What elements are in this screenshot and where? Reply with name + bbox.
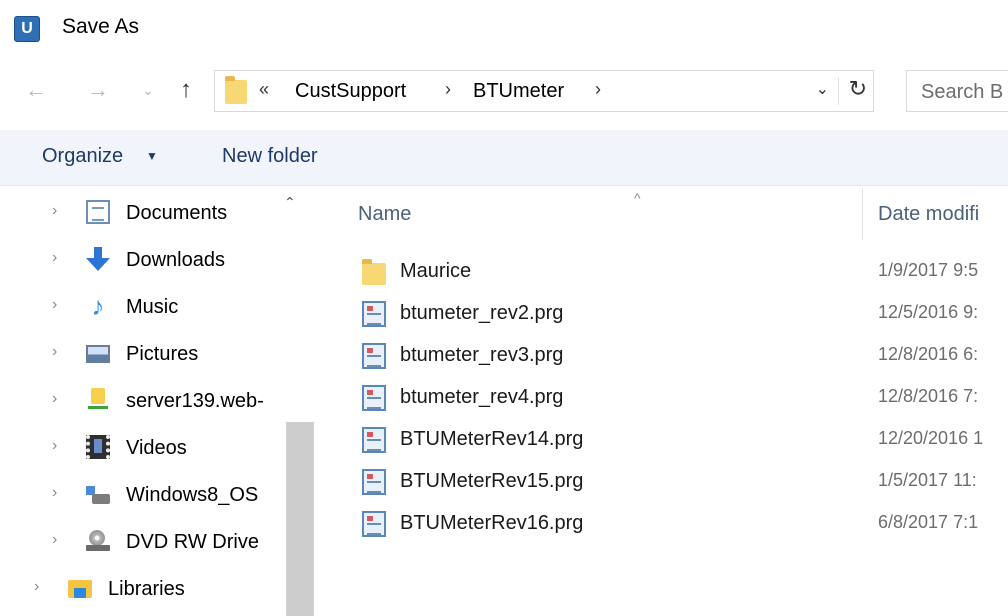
expand-chevron-icon[interactable]: › bbox=[34, 578, 39, 596]
command-bar: Organize ▼ New folder bbox=[0, 130, 1008, 186]
dvd-drive-icon bbox=[86, 529, 110, 553]
column-header-name[interactable]: Name ^ bbox=[358, 188, 878, 240]
file-name: btumeter_rev3.prg bbox=[400, 344, 564, 366]
forward-button[interactable]: → bbox=[84, 72, 112, 108]
prg-file-icon bbox=[362, 343, 386, 369]
nav-item-label: Documents bbox=[126, 202, 228, 224]
expand-chevron-icon[interactable]: › bbox=[52, 249, 57, 267]
file-date: 1/9/2017 9:5 bbox=[878, 260, 979, 280]
videos-icon bbox=[86, 435, 110, 459]
file-row[interactable]: btumeter_rev3.prg 12/8/2016 6: bbox=[318, 335, 1008, 377]
app-icon: U bbox=[14, 16, 40, 42]
search-placeholder: Search B bbox=[921, 81, 1004, 103]
file-row[interactable]: Maurice 1/9/2017 9:5 bbox=[318, 251, 1008, 293]
column-divider[interactable] bbox=[862, 188, 863, 240]
file-name: BTUMeterRev15.prg bbox=[400, 470, 584, 492]
address-divider bbox=[838, 77, 839, 105]
breadcrumb-custsupport[interactable]: CustSupport bbox=[295, 80, 406, 103]
nav-item-libraries[interactable]: › Libraries bbox=[0, 566, 284, 612]
title-bar: U Save As bbox=[0, 0, 1008, 60]
file-date: 12/20/2016 1 bbox=[878, 428, 984, 448]
prg-file-icon bbox=[362, 427, 386, 453]
nav-item-label: Windows8_OS bbox=[126, 484, 259, 506]
file-row[interactable]: BTUMeterRev14.prg 12/20/2016 1 bbox=[318, 419, 1008, 461]
file-name: btumeter_rev4.prg bbox=[400, 386, 564, 408]
expand-chevron-icon[interactable]: › bbox=[52, 531, 57, 549]
organize-caret-icon[interactable]: ▼ bbox=[146, 149, 158, 163]
file-name: Maurice bbox=[400, 260, 472, 282]
organize-button[interactable]: Organize bbox=[42, 145, 123, 168]
address-row: ← → ⌄ ↑ « CustSupport › BTUmeter › ⌄ ↻ S… bbox=[0, 68, 1008, 114]
column-header-name-label: Name bbox=[358, 203, 412, 225]
column-header-date-label: Date modifi bbox=[878, 203, 980, 225]
expand-chevron-icon[interactable]: › bbox=[52, 437, 57, 455]
refresh-button[interactable]: ↻ bbox=[849, 76, 867, 102]
address-dropdown-button[interactable]: ⌄ bbox=[816, 79, 829, 99]
nav-item-pictures[interactable]: › Pictures bbox=[0, 331, 284, 377]
folder-icon bbox=[362, 259, 386, 285]
file-name: btumeter_rev2.prg bbox=[400, 302, 564, 324]
column-header-date[interactable]: Date modifi bbox=[878, 188, 1008, 240]
file-date: 1/5/2017 11: bbox=[878, 470, 977, 490]
libraries-icon bbox=[68, 576, 92, 600]
nav-item-music[interactable]: › ♪ Music bbox=[0, 284, 284, 330]
search-input[interactable]: Search B bbox=[906, 70, 1008, 112]
prg-file-icon bbox=[362, 301, 386, 327]
breadcrumb-chevron-icon[interactable]: › bbox=[445, 79, 451, 100]
pictures-icon bbox=[86, 345, 110, 363]
nav-item-downloads[interactable]: › Downloads bbox=[0, 237, 284, 283]
nav-item-dvd-rw-drive[interactable]: › DVD RW Drive bbox=[0, 519, 284, 565]
scroll-up-icon[interactable]: ⌃ bbox=[284, 194, 296, 211]
nav-item-documents[interactable]: › Documents bbox=[0, 190, 284, 236]
nav-item-label: server139.web- bbox=[126, 390, 264, 412]
file-row[interactable]: BTUMeterRev15.prg 1/5/2017 11: bbox=[318, 461, 1008, 503]
breadcrumb-chevron-icon[interactable]: › bbox=[595, 79, 601, 100]
file-date: 6/8/2017 7:1 bbox=[878, 512, 979, 532]
nav-item-label: Libraries bbox=[108, 578, 185, 600]
file-list: Name ^ Date modifi Maurice 1/9/2017 9:5 … bbox=[318, 188, 1008, 616]
prg-file-icon bbox=[362, 469, 386, 495]
file-row[interactable]: BTUMeterRev16.prg 6/8/2017 7:1 bbox=[318, 503, 1008, 545]
folder-icon bbox=[225, 76, 247, 104]
file-date: 12/8/2016 7: bbox=[878, 386, 979, 406]
window-title: Save As bbox=[62, 15, 140, 38]
new-folder-button[interactable]: New folder bbox=[222, 145, 318, 168]
up-button[interactable]: ↑ bbox=[172, 72, 200, 108]
expand-chevron-icon[interactable]: › bbox=[52, 390, 57, 408]
music-icon: ♪ bbox=[91, 291, 105, 321]
file-row[interactable]: btumeter_rev2.prg 12/5/2016 9: bbox=[318, 293, 1008, 335]
file-row[interactable]: btumeter_rev4.prg 12/8/2016 7: bbox=[318, 377, 1008, 419]
sort-ascending-icon: ^ bbox=[634, 190, 641, 206]
file-name: BTUMeterRev16.prg bbox=[400, 512, 584, 534]
breadcrumb-overflow-button[interactable]: « bbox=[259, 79, 269, 100]
os-drive-icon bbox=[86, 482, 110, 506]
address-bar[interactable]: « CustSupport › BTUmeter › ⌄ ↻ bbox=[214, 70, 874, 112]
recent-locations-button[interactable]: ⌄ bbox=[138, 72, 158, 108]
expand-chevron-icon[interactable]: › bbox=[52, 202, 57, 220]
nav-item-label: Downloads bbox=[126, 249, 225, 271]
nav-item-server139[interactable]: › server139.web- bbox=[0, 378, 284, 424]
prg-file-icon bbox=[362, 385, 386, 411]
file-date: 12/5/2016 9: bbox=[878, 302, 979, 322]
downloads-icon bbox=[86, 247, 110, 271]
file-name: BTUMeterRev14.prg bbox=[400, 428, 584, 450]
nav-item-label: Music bbox=[126, 296, 179, 318]
expand-chevron-icon[interactable]: › bbox=[52, 343, 57, 361]
network-drive-icon bbox=[86, 388, 110, 412]
nav-item-label: DVD RW Drive bbox=[126, 531, 259, 553]
nav-item-label: Pictures bbox=[126, 343, 199, 365]
documents-icon bbox=[86, 200, 110, 224]
nav-scrollbar-thumb[interactable] bbox=[286, 422, 314, 616]
nav-item-videos[interactable]: › Videos bbox=[0, 425, 284, 471]
expand-chevron-icon[interactable]: › bbox=[52, 484, 57, 502]
file-date: 12/8/2016 6: bbox=[878, 344, 979, 364]
navigation-pane: ⌃ › Documents › Downloads › ♪ Music › Pi… bbox=[0, 188, 316, 616]
back-button[interactable]: ← bbox=[22, 72, 50, 108]
prg-file-icon bbox=[362, 511, 386, 537]
nav-item-label: Videos bbox=[126, 437, 187, 459]
expand-chevron-icon[interactable]: › bbox=[52, 296, 57, 314]
breadcrumb-btumeter[interactable]: BTUmeter bbox=[473, 80, 564, 103]
nav-item-windows8-os[interactable]: › Windows8_OS bbox=[0, 472, 284, 518]
